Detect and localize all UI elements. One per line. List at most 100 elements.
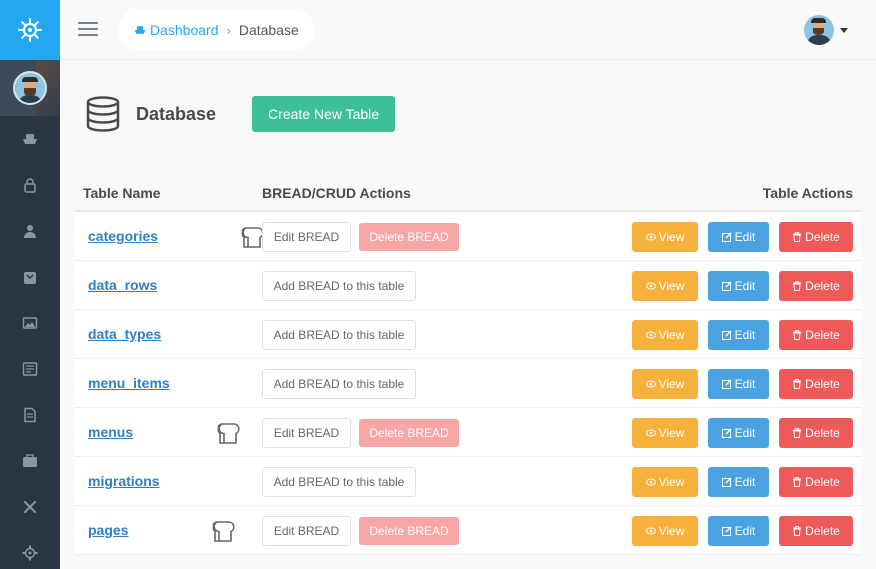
edit-button[interactable]: Edit [708,516,769,546]
page-header: Database Create New Table [86,96,396,132]
table-body: categories Edit BREAD Delete BREAD View Edit… [75,212,861,555]
table-name-link[interactable]: migrations [88,473,160,489]
delete-label: Delete [805,230,840,244]
delete-button[interactable]: Delete [779,222,853,252]
add-bread-button[interactable]: Add BREAD to this table [262,369,416,399]
edit-button[interactable]: Edit [708,320,769,350]
sidebar-item-posts[interactable] [0,300,60,346]
sidebar [0,0,60,569]
delete-button[interactable]: Delete [779,369,853,399]
table-row: menu_items Add BREAD to this table View Edi… [75,359,861,408]
edit-button[interactable]: Edit [708,222,769,252]
bread-icon [216,421,242,445]
add-bread-button[interactable]: Add BREAD to this table [262,271,416,301]
breadcrumb-dashboard-label: Dashboard [150,22,219,38]
hamburger-menu-button[interactable] [78,22,98,38]
table-name-link[interactable]: categories [88,228,158,244]
edit-bread-button[interactable]: Edit BREAD [262,418,351,448]
delete-button[interactable]: Delete [779,320,853,350]
sidebar-item-settings[interactable] [0,530,60,569]
view-label: View [658,524,685,538]
avatar [804,15,834,45]
delete-bread-button[interactable]: Delete BREAD [359,223,459,251]
delete-button[interactable]: Delete [779,271,853,301]
sidebar-item-media[interactable] [0,254,60,300]
sidebar-item-pages[interactable] [0,346,60,392]
view-label: View [658,475,685,489]
edit-icon [721,232,735,242]
table-name-link[interactable]: menu_items [88,375,170,391]
delete-bread-button[interactable]: Delete BREAD [359,517,459,545]
delete-button[interactable]: Delete [779,467,853,497]
bread-icon [211,519,237,543]
sidebar-item-dashboard[interactable] [0,116,60,162]
eye-icon [645,281,659,291]
sidebar-item-menus[interactable] [0,438,60,484]
view-button[interactable]: View [632,369,698,399]
breadcrumb-current: Database [238,22,299,38]
sidebar-item-tools[interactable] [0,484,60,530]
trash-icon [792,526,805,536]
edit-label: Edit [734,475,756,489]
edit-icon [721,330,735,340]
boat-icon [134,26,146,34]
eye-icon [645,330,659,340]
user-menu-dropdown[interactable] [804,15,848,45]
add-bread-button[interactable]: Add BREAD to this table [262,467,416,497]
sidebar-item-users[interactable] [0,208,60,254]
view-button[interactable]: View [632,320,698,350]
header-table-name: Table Name [83,185,161,201]
delete-label: Delete [805,377,840,391]
bag-icon [24,272,36,284]
eye-icon [645,428,659,438]
edit-label: Edit [734,426,756,440]
edit-button[interactable]: Edit [708,467,769,497]
logo[interactable] [0,0,60,60]
table-name-link[interactable]: menus [88,424,133,440]
view-button[interactable]: View [632,516,698,546]
edit-icon [721,428,735,438]
edit-icon [721,526,735,536]
table-row: categories Edit BREAD Delete BREAD View Edit… [75,212,861,261]
table-name-link[interactable]: data_rows [88,277,157,293]
edit-icon [721,379,735,389]
eye-icon [645,526,659,536]
edit-button[interactable]: Edit [708,369,769,399]
edit-bread-button[interactable]: Edit BREAD [262,516,351,546]
view-label: View [658,230,685,244]
breadcrumb: Dashboard › Database [118,10,315,50]
edit-button[interactable]: Edit [708,271,769,301]
view-button[interactable]: View [632,418,698,448]
edit-bread-button[interactable]: Edit BREAD [262,222,351,252]
edit-label: Edit [734,230,756,244]
helm-icon [18,18,42,42]
view-button[interactable]: View [632,271,698,301]
sidebar-item-roles[interactable] [0,162,60,208]
view-button[interactable]: View [632,467,698,497]
breadcrumb-dashboard-link[interactable]: Dashboard [134,22,219,38]
sidebar-user[interactable] [0,60,60,116]
add-bread-button[interactable]: Add BREAD to this table [262,320,416,350]
delete-bread-button[interactable]: Delete BREAD [359,419,459,447]
sidebar-item-categories[interactable] [0,392,60,438]
file-icon [24,407,36,423]
edit-button[interactable]: Edit [708,418,769,448]
delete-label: Delete [805,279,840,293]
table-name-link[interactable]: pages [88,522,128,538]
delete-label: Delete [805,328,840,342]
delete-button[interactable]: Delete [779,516,853,546]
view-button[interactable]: View [632,222,698,252]
eye-icon [645,232,659,242]
caret-down-icon [840,27,848,33]
create-new-table-button[interactable]: Create New Table [252,96,396,132]
delete-button[interactable]: Delete [779,418,853,448]
lock-icon [24,178,36,193]
table-name-link[interactable]: data_types [88,326,161,342]
delete-label: Delete [805,475,840,489]
table-row: data_rows Add BREAD to this table View Edit… [75,261,861,310]
boat-icon [23,134,37,144]
view-label: View [658,279,685,293]
edit-label: Edit [734,377,756,391]
avatar [13,71,47,105]
eye-icon [645,379,659,389]
